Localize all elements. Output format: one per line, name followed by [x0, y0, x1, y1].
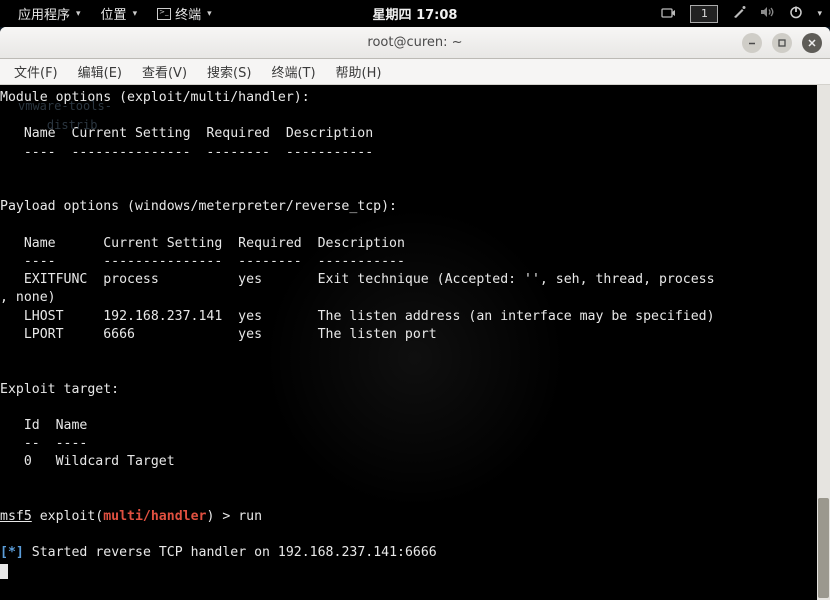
- chevron-down-icon: ▾: [207, 9, 212, 19]
- status-bracket-open: [: [0, 545, 8, 560]
- menu-view[interactable]: 查看(V): [132, 59, 197, 84]
- table-divider: ---- --------------- -------- ----------…: [0, 145, 373, 160]
- panel-right-cluster: 1 ▾: [660, 5, 822, 23]
- menu-edit[interactable]: 编辑(E): [68, 59, 132, 84]
- minimize-button[interactable]: [742, 33, 762, 53]
- chevron-down-icon: ▾: [133, 9, 138, 19]
- window-title: root@curen: ~: [367, 35, 462, 50]
- menu-help[interactable]: 帮助(H): [326, 59, 392, 84]
- scrollbar-thumb[interactable]: [818, 498, 829, 598]
- msf-prompt-module: multi/handler: [103, 509, 206, 524]
- scrollbar-vertical[interactable]: [817, 85, 830, 600]
- workspace-indicator[interactable]: 1: [690, 5, 718, 23]
- menu-file[interactable]: 文件(F): [4, 59, 68, 84]
- maximize-button[interactable]: [772, 33, 792, 53]
- status-star: *: [8, 545, 16, 560]
- gnome-top-panel: 应用程序 ▾ 位置 ▾ 终端 ▾ 星期四 17:08 1 ▾: [0, 0, 830, 27]
- row-exitfunc: EXITFUNC process yes Exit technique (Acc…: [0, 272, 715, 287]
- status-message: Started reverse TCP handler on 192.168.2…: [24, 545, 445, 560]
- terminal-menubar: 文件(F) 编辑(E) 查看(V) 搜索(S) 终端(T) 帮助(H): [0, 59, 830, 85]
- payload-header: Payload options (windows/meterpreter/rev…: [0, 199, 397, 214]
- window-titlebar[interactable]: root@curen: ~: [0, 27, 830, 59]
- camera-icon[interactable]: [660, 5, 676, 23]
- window-controls: [742, 33, 822, 53]
- menu-terminal[interactable]: 终端(T): [261, 59, 325, 84]
- target-table-divider: -- ----: [0, 436, 87, 451]
- row-lport: LPORT 6666 yes The listen port: [0, 327, 437, 342]
- terminal-icon: [157, 8, 171, 20]
- places-menu[interactable]: 位置 ▾: [91, 0, 148, 27]
- row-lhost: LHOST 192.168.237.141 yes The listen add…: [0, 309, 715, 324]
- chevron-down-icon: ▾: [817, 9, 822, 19]
- status-bracket-close: ]: [16, 545, 24, 560]
- payload-table-header: Name Current Setting Required Descriptio…: [0, 236, 405, 251]
- target-row: 0 Wildcard Target: [0, 454, 175, 469]
- msf-prompt-exploit: exploit(: [32, 509, 103, 524]
- msf-prompt-tail: ) > run: [206, 509, 262, 524]
- menu-search[interactable]: 搜索(S): [197, 59, 261, 84]
- applications-menu[interactable]: 应用程序 ▾: [8, 0, 91, 27]
- msf-prompt-prefix: msf5: [0, 509, 32, 524]
- terminal-window: root@curen: ~ 文件(F) 编辑(E) 查看(V) 搜索(S) 终端…: [0, 27, 830, 600]
- terminal-body[interactable]: vmware-tools- distrib Module options (ex…: [0, 85, 830, 600]
- terminal-cursor: [0, 564, 8, 579]
- brush-icon[interactable]: [732, 5, 746, 23]
- close-button[interactable]: [802, 33, 822, 53]
- window-list-label: 终端: [175, 4, 201, 23]
- places-label: 位置: [101, 4, 127, 23]
- applications-label: 应用程序: [18, 4, 70, 23]
- clock[interactable]: 星期四 17:08: [373, 0, 458, 27]
- payload-table-divider: ---- --------------- -------- ----------…: [0, 254, 405, 269]
- power-icon[interactable]: [789, 5, 803, 23]
- ghost-text-desktop: vmware-tools- distrib: [18, 97, 112, 135]
- window-list-terminal[interactable]: 终端 ▾: [147, 0, 222, 27]
- volume-icon[interactable]: [760, 5, 775, 23]
- panel-left-cluster: 应用程序 ▾ 位置 ▾ 终端 ▾: [8, 0, 222, 27]
- target-table-header: Id Name: [0, 418, 87, 433]
- exploit-target-header: Exploit target:: [0, 382, 119, 397]
- chevron-down-icon: ▾: [76, 9, 81, 19]
- row-exitfunc-cont: , none): [0, 290, 56, 305]
- terminal-output[interactable]: Module options (exploit/multi/handler): …: [0, 85, 830, 600]
